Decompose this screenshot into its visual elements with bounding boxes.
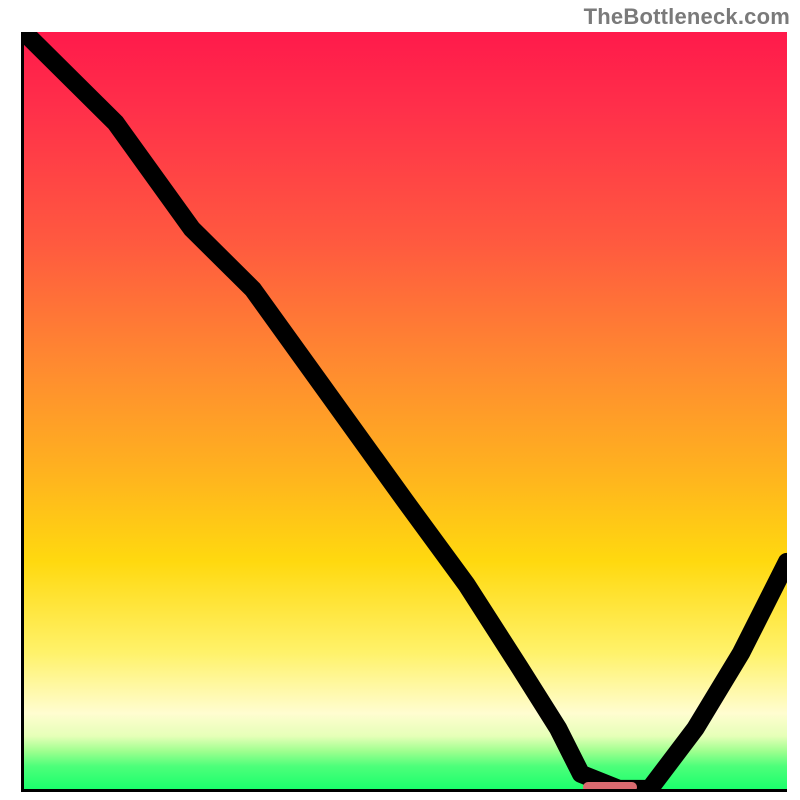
plot-area (21, 32, 787, 792)
watermark-text: TheBottleneck.com (584, 4, 790, 30)
optimum-marker (583, 782, 637, 792)
chart-frame: TheBottleneck.com (0, 0, 800, 800)
bottleneck-curve (24, 32, 787, 789)
curve-path (24, 32, 787, 789)
